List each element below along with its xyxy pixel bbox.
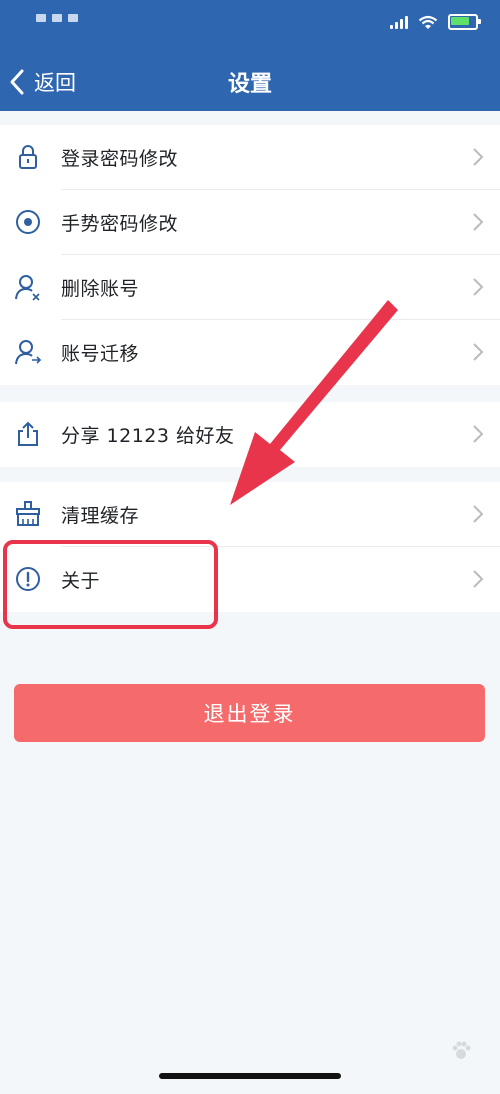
status-icons bbox=[390, 14, 481, 30]
settings-item-clear-cache[interactable]: 清理缓存 bbox=[0, 482, 500, 547]
settings-group-account: 登录密码修改 手势密码修改 删除账号 账号迁移 bbox=[0, 125, 500, 385]
chevron-right-icon bbox=[473, 343, 484, 361]
settings-item-label: 删除账号 bbox=[61, 278, 140, 300]
settings-item-label: 清理缓存 bbox=[61, 505, 140, 527]
settings-item-delete-account[interactable]: 删除账号 bbox=[0, 255, 500, 320]
chevron-right-icon bbox=[473, 213, 484, 231]
settings-item-label: 登录密码修改 bbox=[61, 148, 179, 170]
settings-item-gesture-password[interactable]: 手势密码修改 bbox=[0, 190, 500, 255]
settings-item-label: 手势密码修改 bbox=[61, 213, 179, 235]
settings-item-migrate-account[interactable]: 账号迁移 bbox=[0, 320, 500, 385]
page-title: 设置 bbox=[227, 72, 272, 97]
carrier-indicator bbox=[36, 14, 78, 22]
chevron-right-icon bbox=[473, 425, 484, 443]
chevron-right-icon bbox=[473, 570, 484, 588]
signal-icon bbox=[390, 15, 408, 29]
settings-item-label: 分享 12123 给好友 bbox=[61, 425, 235, 447]
home-indicator[interactable] bbox=[159, 1073, 341, 1079]
settings-item-login-password[interactable]: 登录密码修改 bbox=[0, 125, 500, 190]
wifi-icon bbox=[418, 15, 438, 29]
watermark bbox=[450, 1040, 472, 1062]
chevron-right-icon bbox=[473, 148, 484, 166]
settings-item-share[interactable]: 分享 12123 给好友 bbox=[0, 402, 500, 467]
gesture-circle-icon bbox=[16, 210, 40, 234]
share-icon bbox=[18, 421, 38, 446]
chevron-right-icon bbox=[473, 278, 484, 296]
user-migrate-icon bbox=[15, 340, 42, 365]
broom-icon bbox=[16, 501, 40, 526]
lock-icon bbox=[19, 145, 37, 169]
settings-group-share: 分享 12123 给好友 bbox=[0, 402, 500, 467]
logout-button[interactable]: 退出登录 bbox=[14, 684, 485, 742]
settings-item-label: 账号迁移 bbox=[61, 343, 140, 365]
chevron-right-icon bbox=[473, 505, 484, 523]
user-delete-icon bbox=[15, 275, 40, 301]
nav-header: 返回 设置 bbox=[0, 0, 500, 111]
battery-icon bbox=[448, 14, 481, 30]
paw-logo-icon bbox=[452, 1041, 471, 1059]
annotation-highlight-box bbox=[3, 540, 218, 629]
